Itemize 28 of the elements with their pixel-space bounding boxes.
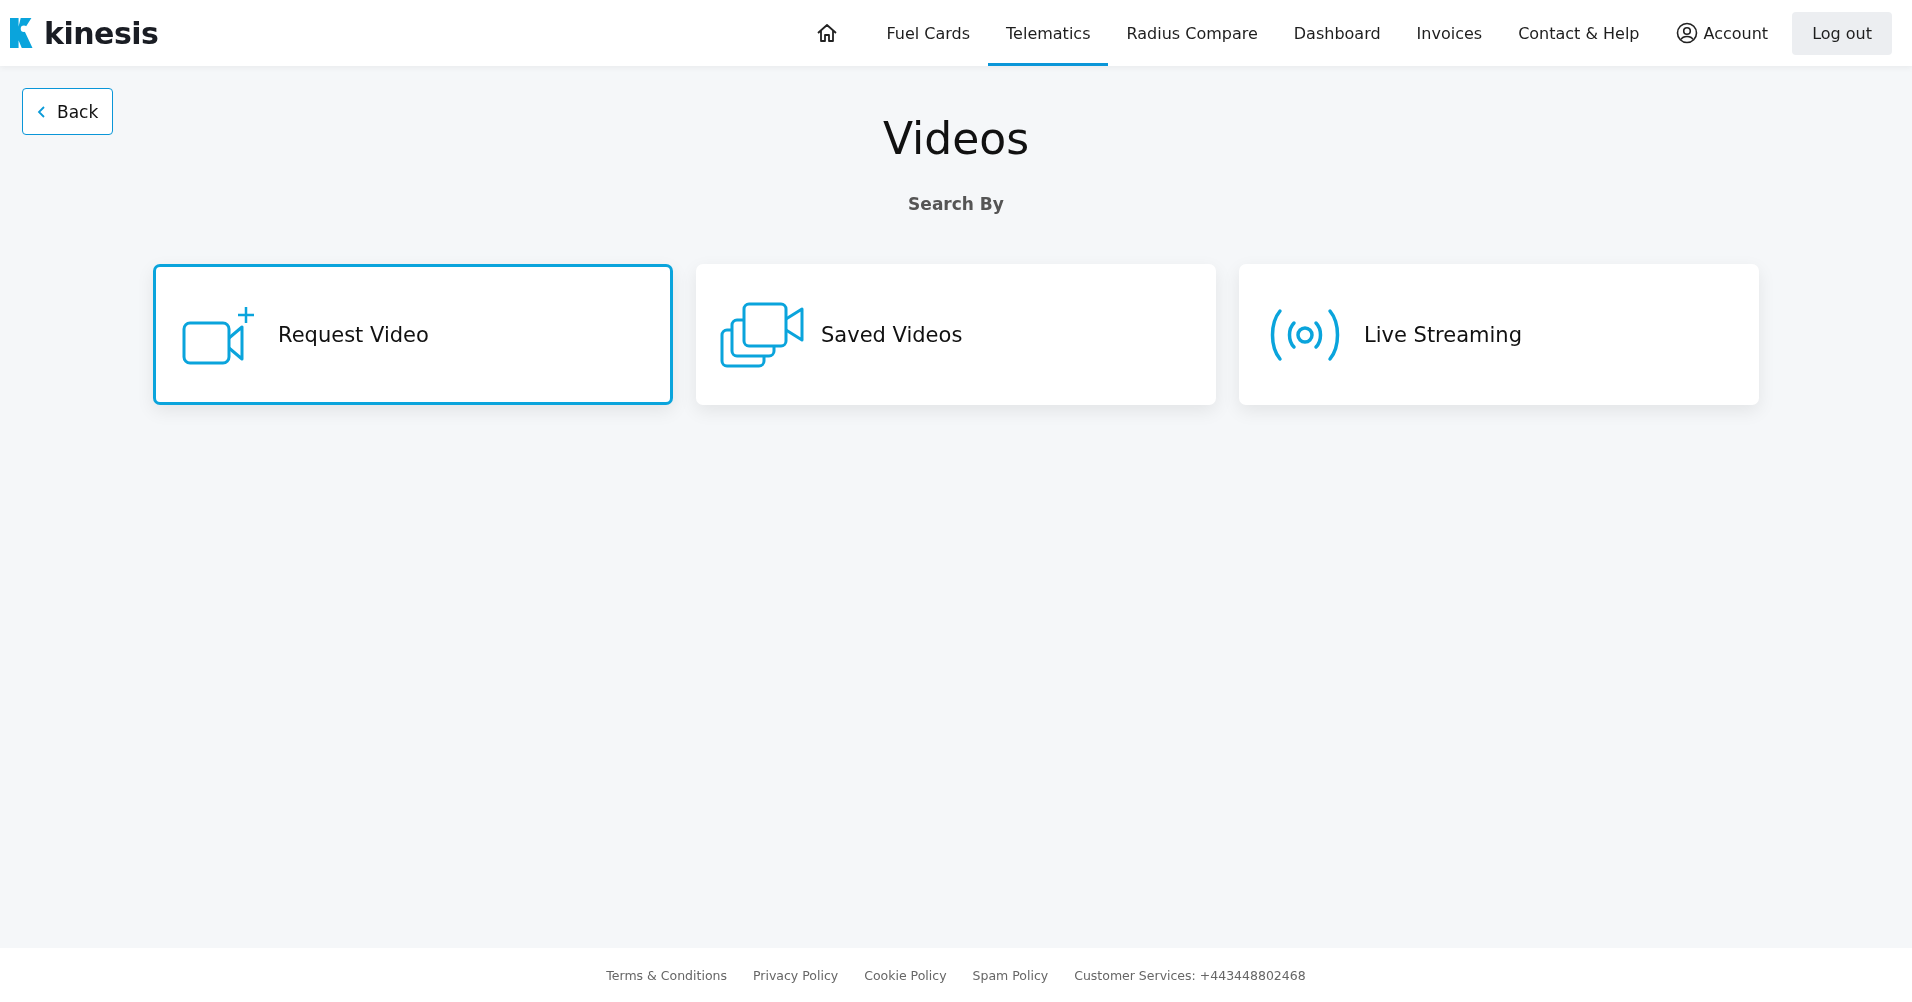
home-icon[interactable]: [816, 23, 839, 43]
footer-link[interactable]: Terms & Conditions: [606, 967, 727, 983]
nav-tab[interactable]: Invoices: [1398, 0, 1501, 66]
footer-link[interactable]: Spam Policy: [972, 967, 1049, 983]
account-icon: [1675, 22, 1698, 44]
nav-tab[interactable]: Fuel Cards: [868, 0, 989, 66]
card-label: Live Streaming: [1364, 322, 1522, 347]
customer-services-text: Customer Services: +443448802468: [1074, 967, 1306, 983]
chevron-left-icon: [37, 104, 47, 119]
card-label: Saved Videos: [821, 322, 963, 347]
card-label: Request Video: [278, 322, 429, 347]
nav-tab[interactable]: Radius Compare: [1108, 0, 1276, 66]
nav-tab[interactable]: Telematics: [988, 0, 1109, 66]
option-card[interactable]: Live Streaming: [1239, 264, 1759, 405]
option-card[interactable]: Request Video: [153, 264, 673, 405]
logo-text[interactable]: kinesis: [44, 15, 159, 51]
footer-link[interactable]: Privacy Policy: [753, 967, 839, 983]
page-title: Videos: [882, 113, 1030, 164]
option-card[interactable]: Saved Videos: [696, 264, 1216, 405]
nav-tab[interactable]: Dashboard: [1275, 0, 1399, 66]
footer-link[interactable]: Cookie Policy: [864, 967, 947, 983]
video-stack-icon: [720, 301, 804, 368]
video-camera-plus-icon: [182, 304, 256, 365]
back-button[interactable]: Back: [22, 88, 114, 135]
logout-button[interactable]: Log out: [1792, 11, 1892, 55]
search-by-label: Search By: [908, 194, 1004, 214]
account-link[interactable]: Account: [1657, 0, 1787, 66]
nav-tab[interactable]: Contact & Help: [1500, 0, 1658, 66]
